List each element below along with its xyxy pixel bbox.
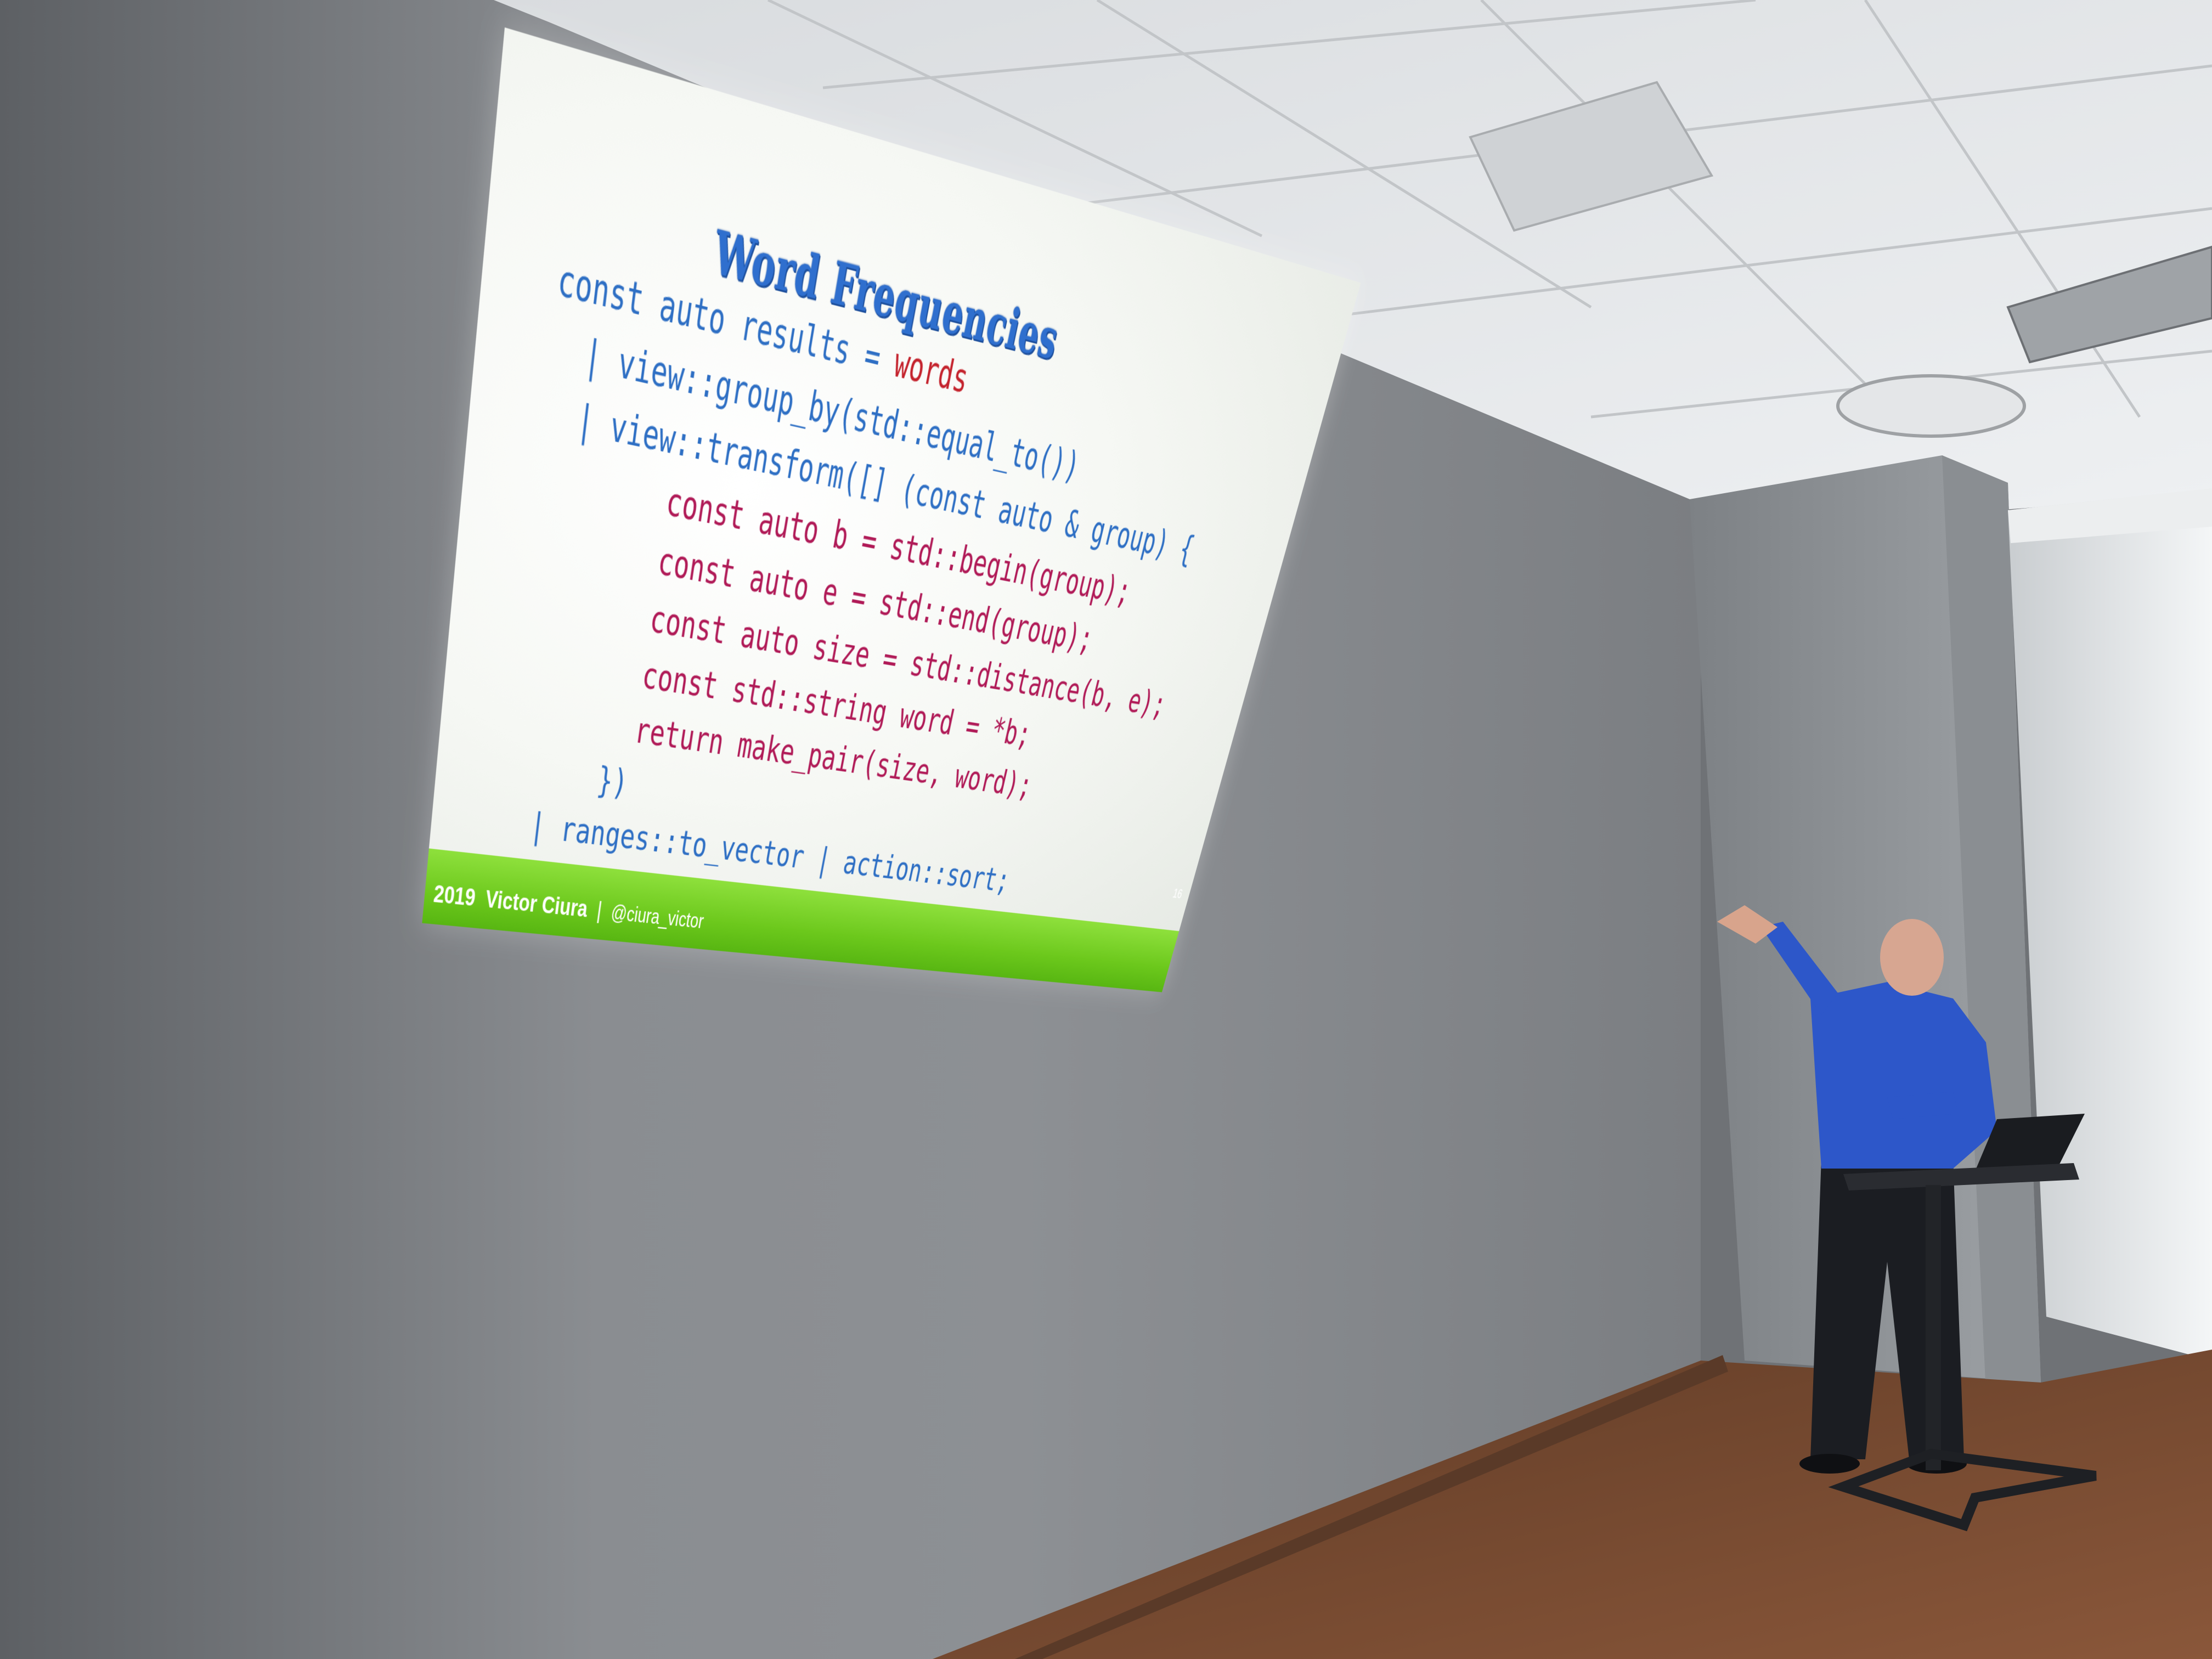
window bbox=[2008, 488, 2212, 1361]
footer-separator: | bbox=[595, 896, 603, 924]
speaker-shoe-left bbox=[1799, 1454, 1860, 1474]
code-block: const auto results = words | view::group… bbox=[496, 246, 1241, 917]
code-token: }) bbox=[503, 746, 630, 804]
slide-number: 16 bbox=[1171, 887, 1184, 902]
code-token: words bbox=[890, 337, 972, 403]
ceiling-diffuser bbox=[1838, 376, 2024, 436]
lectern-pole bbox=[1926, 1185, 1941, 1470]
photo-scene: Word Frequencies const auto results = wo… bbox=[0, 0, 2212, 1659]
speaker-head bbox=[1880, 919, 1944, 996]
